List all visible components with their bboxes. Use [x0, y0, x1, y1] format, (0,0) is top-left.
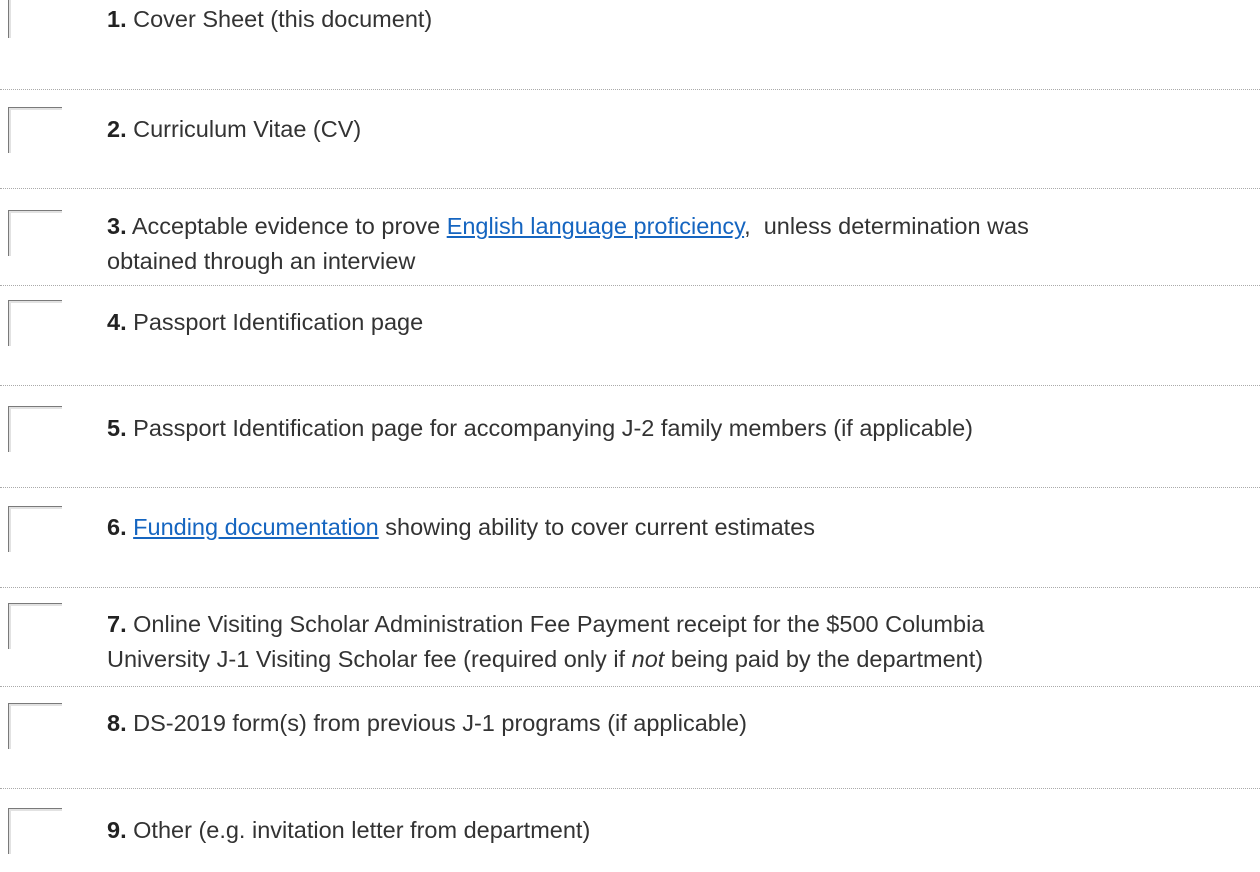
item-3-text: 3. Acceptable evidence to prove English … [107, 209, 1257, 279]
checkbox-item-6[interactable] [8, 506, 62, 552]
row-separator [0, 788, 1260, 789]
row-separator [0, 487, 1260, 488]
item-1-text: 1. Cover Sheet (this document) [107, 2, 1257, 37]
item-label: Other (e.g. invitation letter from depar… [133, 817, 591, 843]
item-label-line2-after: being paid by the department) [664, 646, 984, 672]
item-8-text: 8. DS-2019 form(s) from previous J-1 pro… [107, 706, 1257, 741]
item-number: 9. [107, 817, 127, 843]
item-label-line2-emphasis: not [631, 646, 665, 672]
checkbox-item-1[interactable] [8, 0, 62, 38]
item-label: Passport Identification page [133, 309, 424, 335]
item-label-after: , unless determination was [744, 213, 1029, 239]
row-separator [0, 587, 1260, 588]
checkbox-item-5[interactable] [8, 406, 62, 452]
funding-documentation-link[interactable]: Funding documentation [133, 514, 379, 540]
item-label-after: showing ability to cover current estimat… [378, 514, 816, 540]
item-label: Online Visiting Scholar Administration F… [133, 611, 985, 637]
document-checklist: 1. Cover Sheet (this document) 2. Curric… [0, 0, 1260, 872]
item-number: 1. [107, 6, 127, 32]
row-separator [0, 188, 1260, 189]
item-label-line2-before: University J-1 Visiting Scholar fee (req… [107, 646, 632, 672]
item-label-before: Acceptable evidence to prove [131, 213, 447, 239]
item-number: 5. [107, 415, 127, 441]
checkbox-item-4[interactable] [8, 300, 62, 346]
checkbox-item-3[interactable] [8, 210, 62, 256]
row-separator [0, 686, 1260, 687]
item-label: Cover Sheet (this document) [133, 6, 433, 32]
row-separator [0, 385, 1260, 386]
item-label: Passport Identification page for accompa… [133, 415, 974, 441]
item-number: 8. [107, 710, 127, 736]
checkbox-item-9[interactable] [8, 808, 62, 854]
item-9-text: 9. Other (e.g. invitation letter from de… [107, 813, 1257, 848]
item-5-text: 5. Passport Identification page for acco… [107, 411, 1257, 446]
item-6-text: 6. Funding documentation showing ability… [107, 510, 1257, 545]
row-separator [0, 89, 1260, 90]
checkbox-item-8[interactable] [8, 703, 62, 749]
item-label: Curriculum Vitae (CV) [133, 116, 362, 142]
item-label-line2: obtained through an interview [107, 248, 416, 274]
row-separator [0, 285, 1260, 286]
item-label: DS-2019 form(s) from previous J-1 progra… [133, 710, 747, 736]
checkbox-item-7[interactable] [8, 603, 62, 649]
item-number: 4. [107, 309, 127, 335]
english-proficiency-link[interactable]: English language proficiency [447, 213, 744, 239]
item-number: 6. [107, 514, 127, 540]
item-2-text: 2. Curriculum Vitae (CV) [107, 112, 1257, 147]
item-4-text: 4. Passport Identification page [107, 305, 1257, 340]
checkbox-item-2[interactable] [8, 107, 62, 153]
item-number: 2. [107, 116, 127, 142]
item-number: 3. [107, 213, 127, 239]
item-7-text: 7. Online Visiting Scholar Administratio… [107, 607, 1257, 677]
item-number: 7. [107, 611, 127, 637]
